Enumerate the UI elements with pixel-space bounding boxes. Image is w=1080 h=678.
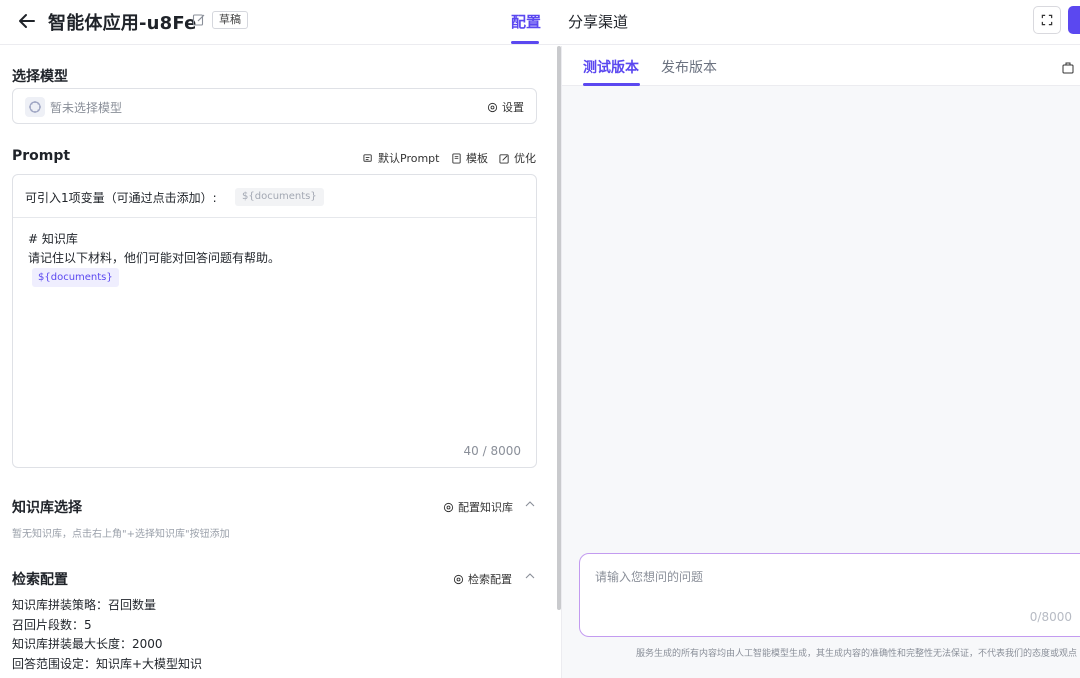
model-section-title: 选择模型 (12, 69, 68, 85)
model-placeholder-icon (29, 101, 41, 113)
retrieval-item: 回答范围设定：知识库+大模型知识 (12, 657, 203, 671)
retrieval-section-title: 检索配置 (12, 572, 68, 588)
draft-badge: 草稿 (212, 11, 248, 29)
settings-icon (443, 502, 454, 512)
fullscreen-button[interactable] (1033, 6, 1061, 34)
chat-char-counter: 0/8000 (1029, 610, 1072, 624)
publish-button[interactable] (1068, 6, 1080, 34)
ai-disclaimer: 服务生成的所有内容均由人工智能模型生成，其生成内容的准确性和完整性无法保证，不代… (636, 649, 1078, 659)
configure-knowledge-label: 配置知识库 (458, 501, 513, 514)
template-label: 模板 (466, 152, 488, 165)
tab-share-channels[interactable]: 分享渠道 (568, 11, 628, 32)
top-header: 智能体应用-u8Fe 草稿 配置 分享渠道 (0, 0, 1080, 45)
chevron-up-icon[interactable] (525, 571, 535, 581)
prompt-char-counter: 40 / 8000 (463, 444, 521, 458)
chat-tabs: 测试版本 发布版本 (562, 46, 1080, 86)
chat-input-placeholder: 请输入您想问的问题 (595, 570, 704, 584)
model-avatar (25, 97, 45, 117)
back-arrow-icon[interactable] (14, 8, 40, 34)
retrieval-config-label: 检索配置 (468, 573, 512, 586)
prompt-section-title: Prompt (12, 148, 71, 164)
chat-panel: 测试版本 发布版本 请输入您想问的问题 0/8000 服务生成的所有内容均由人工… (562, 46, 1080, 678)
chat-input[interactable]: 请输入您想问的问题 0/8000 (579, 553, 1080, 637)
template-button[interactable]: 模板 (451, 150, 488, 166)
knowledge-empty-hint: 暂无知识库，点击右上角"+选择知识库"按钮添加 (12, 529, 230, 540)
variable-row: 可引入1项变量（可通过点击添加）: ${documents} (13, 175, 536, 218)
retrieval-config-button[interactable]: 检索配置 (453, 571, 512, 587)
edit-icon[interactable] (192, 13, 206, 27)
default-prompt-label: 默认Prompt (378, 152, 440, 165)
tab-test-indicator (583, 83, 640, 86)
prompt-line: 请记住以下材料，他们可能对回答问题有帮助。 (28, 251, 281, 265)
tab-config[interactable]: 配置 (511, 11, 541, 32)
chevron-up-icon[interactable] (525, 499, 535, 509)
optimize-button[interactable]: 优化 (499, 150, 536, 166)
model-selector[interactable]: 暂未选择模型 设置 (12, 88, 537, 124)
settings-icon (453, 574, 464, 584)
clear-history-icon[interactable] (1062, 62, 1074, 74)
prompt-editor[interactable]: 可引入1项变量（可通过点击添加）: ${documents} # 知识库 请记住… (12, 174, 537, 468)
model-settings-label: 设置 (502, 101, 524, 114)
prompt-line: # 知识库 (28, 232, 78, 246)
retrieval-item: 知识库拼装最大长度：2000 (12, 637, 163, 651)
knowledge-section-title: 知识库选择 (12, 500, 82, 516)
tab-config-indicator (511, 41, 539, 44)
variable-tag-documents[interactable]: ${documents} (235, 188, 324, 206)
default-prompt-icon (363, 153, 372, 162)
configure-knowledge-button[interactable]: 配置知识库 (443, 499, 513, 515)
retrieval-item: 召回片段数：5 (12, 618, 92, 632)
documents-variable-chip: ${documents} (32, 268, 119, 287)
tab-test-version[interactable]: 测试版本 (583, 57, 639, 77)
template-icon (452, 152, 461, 164)
model-settings-button[interactable]: 设置 (487, 99, 524, 115)
default-prompt-button[interactable]: 默认Prompt (363, 150, 439, 166)
variable-hint: 可引入1项变量（可通过点击添加）: (25, 191, 217, 205)
fullscreen-icon (1041, 14, 1053, 26)
model-placeholder: 暂未选择模型 (50, 101, 123, 115)
retrieval-item: 知识库拼装策略：召回数量 (12, 598, 157, 612)
settings-icon (487, 102, 498, 112)
optimize-icon (499, 153, 509, 164)
tab-published-version[interactable]: 发布版本 (661, 57, 717, 77)
page-title: 智能体应用-u8Fe (48, 13, 197, 34)
optimize-label: 优化 (514, 152, 536, 165)
